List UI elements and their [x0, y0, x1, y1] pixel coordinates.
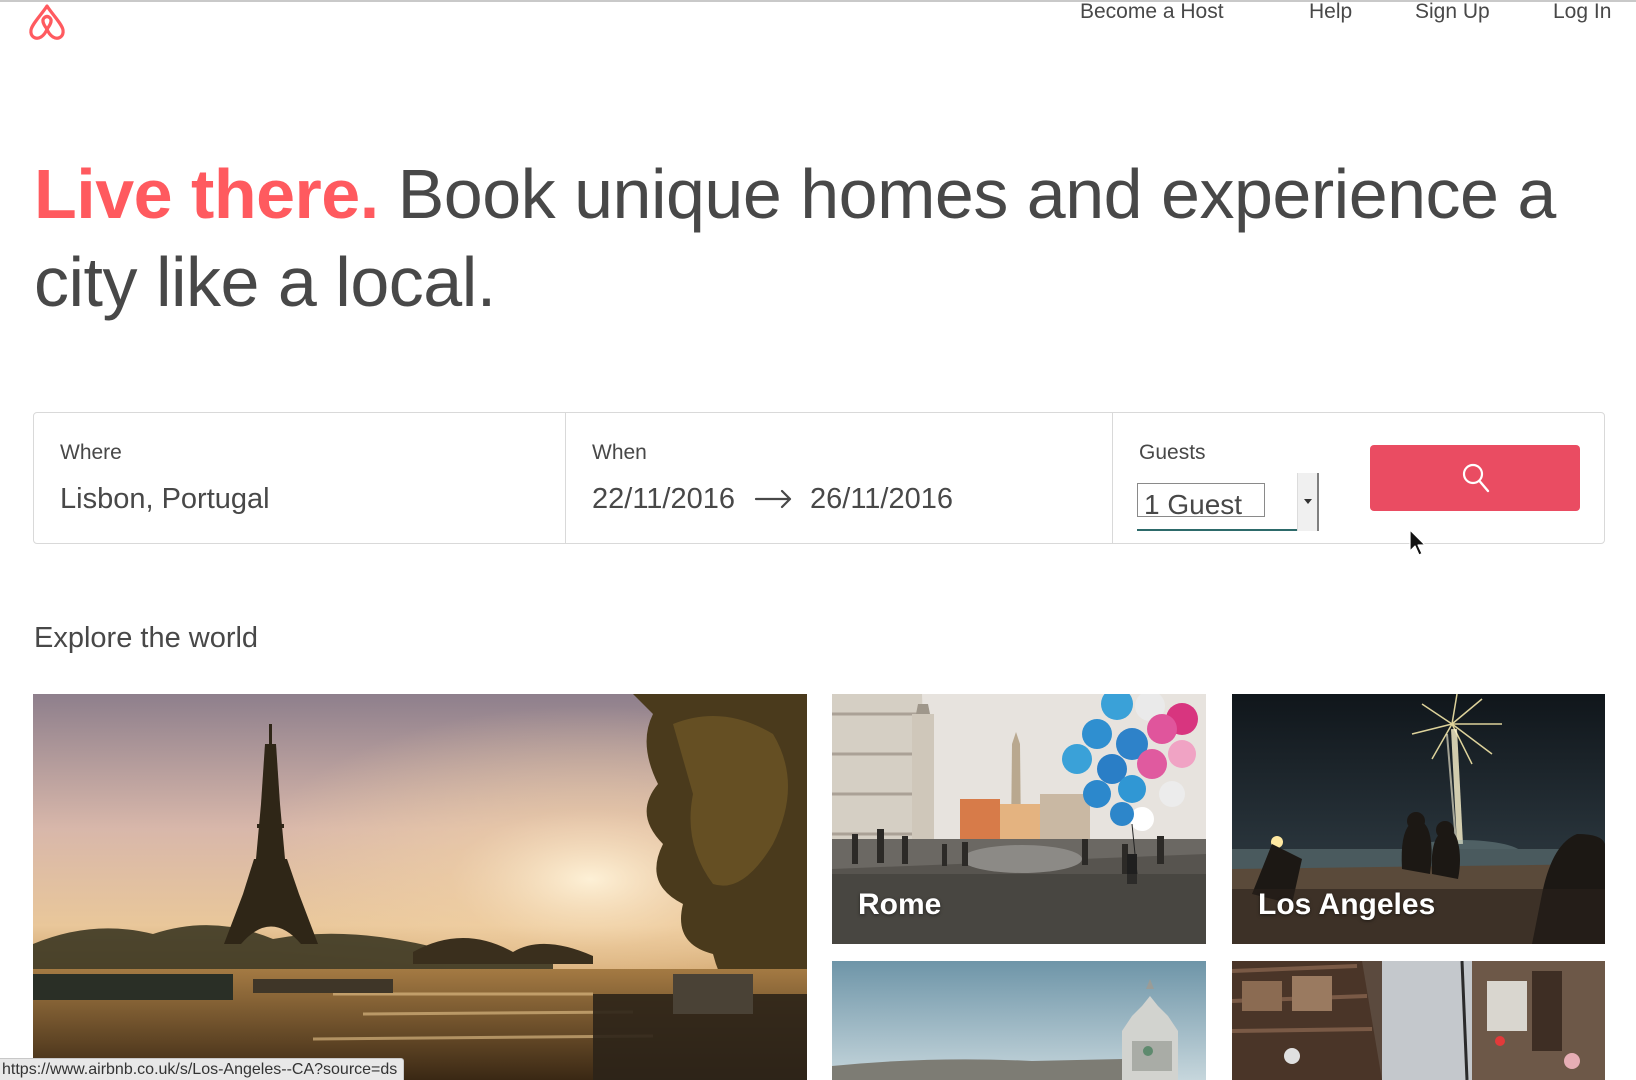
arrow-right-icon — [754, 487, 794, 511]
guests-dropdown-toggle[interactable] — [1297, 473, 1319, 531]
destination-tile-rome[interactable]: Rome — [832, 694, 1206, 944]
hero-accent: Live there. — [34, 155, 379, 233]
mouse-cursor-icon — [1409, 529, 1427, 557]
destination-tile-paris[interactable] — [33, 694, 807, 1080]
status-bar-url: https://www.airbnb.co.uk/s/Los-Angeles--… — [0, 1058, 405, 1080]
become-a-host-link[interactable]: Become a Host — [1080, 0, 1224, 28]
where-field[interactable]: Where Lisbon, Portugal — [34, 413, 566, 543]
check-out-date[interactable]: 26/11/2016 — [810, 483, 953, 516]
destination-photo-5 — [1232, 961, 1605, 1080]
where-label: Where — [60, 441, 122, 464]
destination-label-los-angeles: Los Angeles — [1258, 888, 1436, 921]
sign-up-link[interactable]: Sign Up — [1415, 0, 1490, 28]
where-input[interactable]: Lisbon, Portugal — [60, 483, 270, 516]
chevron-down-icon — [1304, 499, 1312, 504]
destination-tile-4[interactable] — [832, 961, 1206, 1080]
guests-label: Guests — [1139, 441, 1206, 464]
explore-title: Explore the world — [34, 622, 259, 654]
window-top-border — [0, 0, 1636, 2]
destination-label-rome: Rome — [858, 888, 942, 921]
destination-photo-4 — [832, 961, 1206, 1080]
destination-tile-5[interactable] — [1232, 961, 1605, 1080]
help-link[interactable]: Help — [1309, 0, 1352, 28]
destination-tile-los-angeles[interactable]: Los Angeles — [1232, 694, 1605, 944]
when-label: When — [592, 441, 647, 464]
hero-headline: Live there. Book unique homes and experi… — [34, 150, 1614, 326]
guests-select[interactable]: 1 Guest — [1137, 473, 1319, 531]
search-button[interactable] — [1370, 445, 1580, 511]
guests-select-value: 1 Guest — [1144, 489, 1243, 520]
paris-photo — [33, 694, 807, 1080]
airbnb-logo-icon[interactable] — [24, 0, 70, 42]
check-in-date[interactable]: 22/11/2016 — [592, 483, 735, 516]
log-in-link[interactable]: Log In — [1553, 0, 1611, 28]
when-field[interactable]: When 22/11/2016 26/11/2016 — [566, 413, 1113, 543]
search-icon — [1461, 462, 1491, 494]
guests-select-box[interactable]: 1 Guest — [1137, 483, 1265, 520]
